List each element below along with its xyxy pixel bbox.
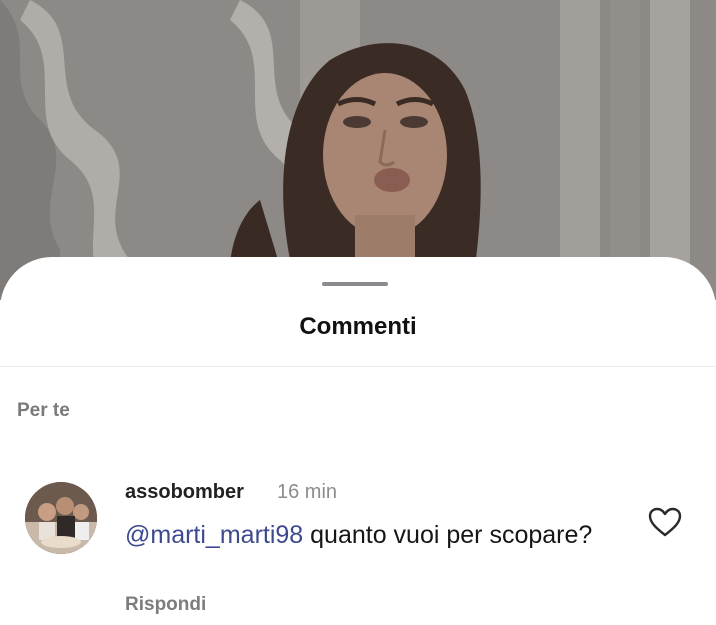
comments-sheet: Commenti Per te assobomber 16 min @marti…: [0, 257, 716, 625]
sheet-title: Commenti: [299, 313, 417, 340]
heart-outline-icon[interactable]: [648, 507, 682, 537]
mention-link[interactable]: @marti_marti98: [125, 521, 303, 549]
divider: [0, 366, 716, 367]
comment-timestamp: 16 min: [277, 481, 338, 503]
comment-item: assobomber 16 min @marti_marti98 quanto …: [0, 478, 716, 618]
avatar[interactable]: [25, 482, 97, 554]
comment-username[interactable]: assobomber: [125, 481, 244, 504]
reply-button[interactable]: Rispondi: [125, 594, 206, 616]
section-label: Per te: [17, 400, 70, 421]
background-photo: [0, 0, 716, 300]
comment-text: @marti_marti98 quanto vuoi per scopare?: [125, 518, 595, 552]
comment-message: quanto vuoi per scopare?: [303, 521, 593, 549]
drag-handle[interactable]: [322, 282, 388, 286]
